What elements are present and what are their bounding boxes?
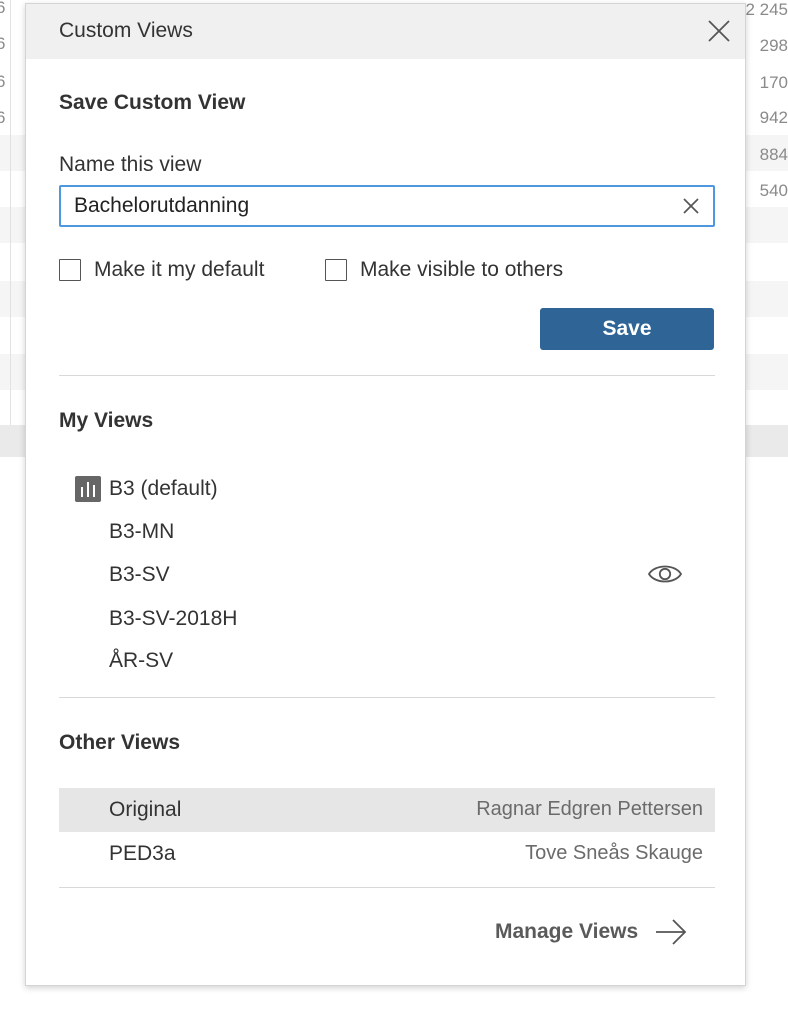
other-view-name: PED3a — [109, 842, 176, 865]
table-cell: 6 — [0, 34, 6, 53]
dialog-title: Custom Views — [59, 19, 193, 42]
other-view-item[interactable]: Original Ragnar Edgren Pettersen — [59, 788, 715, 832]
my-view-name: B3-SV-2018H — [109, 607, 238, 630]
other-views-title: Other Views — [59, 731, 180, 754]
my-view-item[interactable]: B3-SV — [59, 555, 715, 595]
table-cell: 6 — [0, 72, 6, 91]
my-view-name: B3-SV — [109, 563, 170, 586]
make-default-checkbox-row[interactable]: Make it my default — [59, 256, 264, 284]
save-button[interactable]: Save — [540, 308, 714, 350]
other-view-owner: Tove Sneås Skauge — [525, 842, 703, 864]
bar-chart-icon — [75, 476, 101, 502]
custom-views-dialog: Custom Views Save Custom View Name this … — [25, 3, 746, 986]
my-view-item[interactable]: B3 (default) — [59, 469, 715, 509]
eye-icon[interactable] — [647, 559, 683, 589]
table-cell: 298 — [759, 36, 788, 55]
arrow-right-icon — [656, 919, 687, 945]
my-view-name: B3 (default) — [109, 477, 218, 500]
table-divider — [10, 0, 11, 425]
table-cell: 884 — [759, 145, 788, 164]
my-view-item[interactable]: B3-MN — [59, 512, 715, 552]
make-default-checkbox[interactable] — [59, 259, 81, 281]
make-default-label: Make it my default — [94, 258, 265, 281]
my-view-item[interactable]: ÅR-SV — [59, 641, 715, 681]
manage-views-label: Manage Views — [495, 920, 639, 943]
my-view-name: B3-MN — [109, 520, 175, 543]
make-visible-checkbox-row[interactable]: Make visible to others — [325, 256, 563, 284]
other-view-item[interactable]: PED3a Tove Sneås Skauge — [59, 832, 715, 876]
dialog-header: Custom Views — [26, 4, 745, 59]
clear-icon[interactable] — [681, 196, 701, 216]
my-views-title: My Views — [59, 409, 154, 432]
table-cell: 170 — [759, 73, 788, 92]
name-label: Name this view — [59, 153, 202, 176]
view-name-input[interactable] — [74, 187, 664, 225]
manage-views-link[interactable]: Manage Views — [495, 914, 688, 950]
table-cell: 942 — [759, 108, 788, 127]
my-view-item[interactable]: B3-SV-2018H — [59, 599, 715, 639]
table-cell: 540 — [759, 181, 788, 200]
my-view-name: ÅR-SV — [109, 649, 174, 672]
save-section-title: Save Custom View — [59, 91, 246, 114]
table-cell: 6 — [0, 108, 6, 127]
divider — [59, 375, 715, 376]
table-cell: 2 245 — [745, 0, 788, 19]
close-icon[interactable] — [706, 18, 732, 44]
make-visible-label: Make visible to others — [360, 258, 564, 281]
other-view-name: Original — [109, 798, 182, 821]
other-view-owner: Ragnar Edgren Pettersen — [476, 798, 703, 820]
view-name-field[interactable] — [59, 185, 715, 227]
table-cell: 6 — [0, 0, 6, 17]
make-visible-checkbox[interactable] — [325, 259, 347, 281]
divider — [59, 887, 715, 888]
divider — [59, 697, 715, 698]
